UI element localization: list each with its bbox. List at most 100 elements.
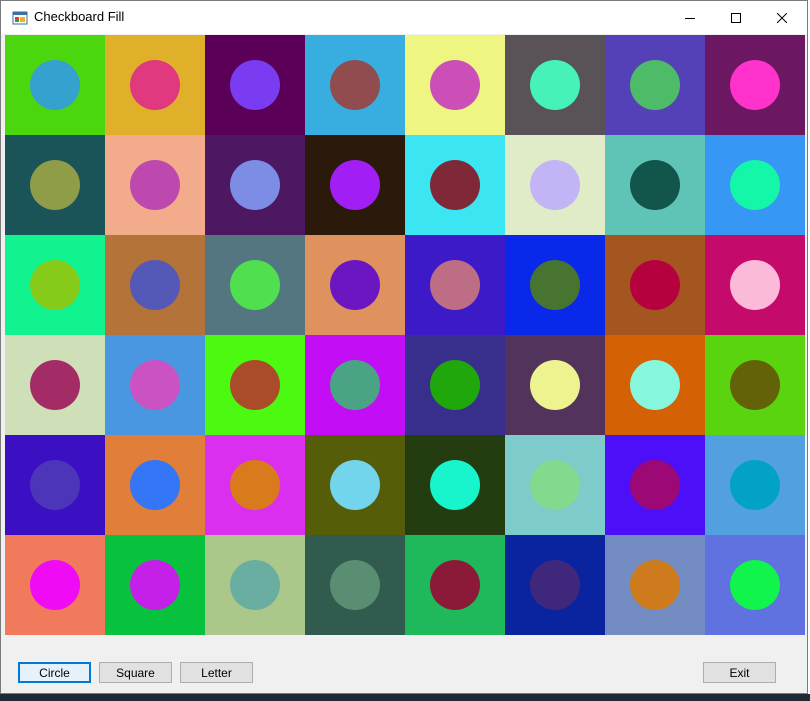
- board-cell: [405, 135, 505, 235]
- circle-shape: [430, 260, 480, 310]
- circle-shape: [730, 260, 780, 310]
- board-cell: [205, 235, 305, 335]
- circle-shape: [730, 360, 780, 410]
- circle-shape: [630, 160, 680, 210]
- circle-shape: [130, 160, 180, 210]
- board-cell: [305, 335, 405, 435]
- board-cell: [605, 435, 705, 535]
- board-cell: [205, 435, 305, 535]
- circle-shape: [530, 260, 580, 310]
- circle-shape: [730, 460, 780, 510]
- board-cell: [505, 235, 605, 335]
- board-cell: [205, 335, 305, 435]
- board-cell: [605, 235, 705, 335]
- board-cell: [405, 535, 505, 635]
- board-cell: [405, 435, 505, 535]
- board-cell: [705, 35, 805, 135]
- board-cell: [105, 135, 205, 235]
- circle-shape: [330, 60, 380, 110]
- board-cell: [5, 235, 105, 335]
- circle-shape: [530, 560, 580, 610]
- circle-shape: [530, 160, 580, 210]
- circle-shape: [130, 360, 180, 410]
- board-cell: [5, 435, 105, 535]
- close-icon: [777, 12, 787, 23]
- circle-shape: [130, 460, 180, 510]
- board-cell: [105, 235, 205, 335]
- board-cell: [105, 35, 205, 135]
- board-cell: [305, 135, 405, 235]
- board-cell: [205, 35, 305, 135]
- circle-shape: [530, 360, 580, 410]
- circle-shape: [30, 160, 80, 210]
- circle-shape: [230, 260, 280, 310]
- circle-shape: [330, 160, 380, 210]
- board-cell: [605, 535, 705, 635]
- board-cell: [305, 235, 405, 335]
- maximize-button[interactable]: [713, 1, 759, 34]
- board-cell: [5, 35, 105, 135]
- circle-shape: [330, 360, 380, 410]
- board-cell: [305, 35, 405, 135]
- circle-shape: [230, 160, 280, 210]
- board-cell: [505, 335, 605, 435]
- board-cell: [105, 535, 205, 635]
- minimize-icon: [685, 13, 695, 23]
- circle-shape: [630, 460, 680, 510]
- checkerboard-canvas: [5, 35, 805, 635]
- circle-shape: [430, 560, 480, 610]
- board-cell: [205, 535, 305, 635]
- circle-shape: [130, 260, 180, 310]
- board-cell: [705, 435, 805, 535]
- board-cell: [405, 35, 505, 135]
- board-cell: [5, 535, 105, 635]
- board-cell: [705, 335, 805, 435]
- board-cell: [505, 535, 605, 635]
- letter-button[interactable]: Letter: [180, 662, 253, 683]
- board-cell: [305, 435, 405, 535]
- app-window-icon: [12, 10, 28, 26]
- circle-shape: [230, 360, 280, 410]
- circle-shape: [330, 260, 380, 310]
- board-cell: [605, 135, 705, 235]
- board-cell: [105, 335, 205, 435]
- board-cell: [405, 335, 505, 435]
- circle-shape: [530, 460, 580, 510]
- circle-shape: [130, 560, 180, 610]
- close-button[interactable]: [759, 1, 805, 34]
- maximize-icon: [731, 12, 741, 23]
- circle-shape: [630, 560, 680, 610]
- board-cell: [205, 135, 305, 235]
- exit-button[interactable]: Exit: [703, 662, 776, 683]
- board-cell: [5, 135, 105, 235]
- board-cell: [705, 135, 805, 235]
- circle-shape: [330, 560, 380, 610]
- circle-shape: [30, 560, 80, 610]
- circle-shape: [230, 460, 280, 510]
- circle-shape: [430, 460, 480, 510]
- taskbar-edge: [0, 694, 810, 701]
- minimize-button[interactable]: [667, 1, 713, 34]
- circle-shape: [430, 60, 480, 110]
- board-cell: [705, 535, 805, 635]
- circle-shape: [430, 360, 480, 410]
- circle-shape: [30, 360, 80, 410]
- circle-shape: [30, 260, 80, 310]
- board-cell: [705, 235, 805, 335]
- board-cell: [505, 435, 605, 535]
- board-cell: [605, 35, 705, 135]
- board-cell: [105, 435, 205, 535]
- board-cell: [605, 335, 705, 435]
- circle-shape: [30, 60, 80, 110]
- square-button[interactable]: Square: [99, 662, 172, 683]
- circle-shape: [530, 60, 580, 110]
- circle-shape: [230, 60, 280, 110]
- circle-shape: [630, 360, 680, 410]
- board-cell: [305, 535, 405, 635]
- circle-button[interactable]: Circle: [18, 662, 91, 683]
- board-cell: [5, 335, 105, 435]
- board-cell: [405, 235, 505, 335]
- circle-shape: [130, 60, 180, 110]
- circle-shape: [30, 460, 80, 510]
- title-bar[interactable]: Checkboard Fill: [1, 1, 807, 34]
